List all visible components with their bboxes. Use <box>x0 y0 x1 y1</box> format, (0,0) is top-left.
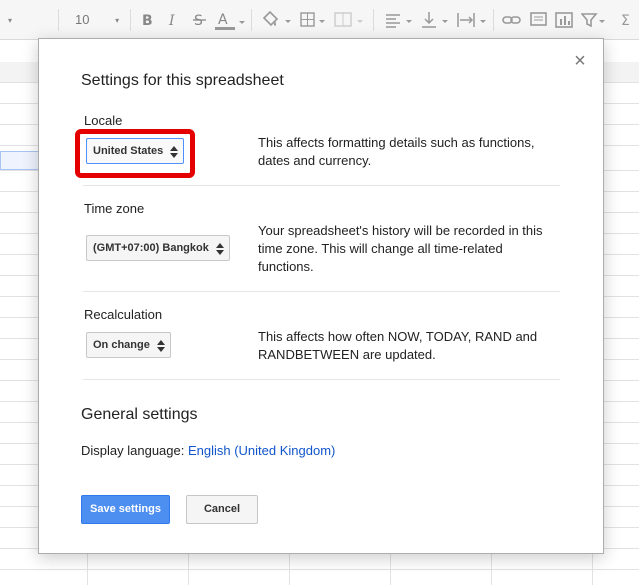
cancel-button[interactable]: Cancel <box>186 495 258 524</box>
timezone-select[interactable]: (GMT+07:00) Bangkok <box>86 235 230 261</box>
italic-icon[interactable]: I <box>168 10 180 30</box>
timezone-select-value: (GMT+07:00) Bangkok <box>93 242 209 254</box>
chart-icon[interactable] <box>555 10 575 30</box>
recalculation-select[interactable]: On change <box>86 332 171 358</box>
close-icon[interactable]: × <box>571 51 589 71</box>
section-divider <box>83 379 560 380</box>
comment-icon[interactable] <box>530 10 548 30</box>
locale-select[interactable]: United States <box>86 138 185 164</box>
recalculation-select-value: On change <box>93 339 150 351</box>
save-settings-button[interactable]: Save settings <box>81 495 170 524</box>
valign-icon[interactable] <box>420 10 452 30</box>
recalculation-label: Recalculation <box>84 307 163 322</box>
font-family-caret-icon[interactable]: ▾ <box>4 10 12 30</box>
up-down-arrows-icon <box>170 146 179 158</box>
strikethrough-icon[interactable]: S <box>193 10 207 30</box>
toolbar-divider <box>58 9 59 31</box>
up-down-arrows-icon <box>215 243 224 255</box>
toolbar-divider <box>373 9 374 31</box>
selected-cell[interactable] <box>0 151 40 170</box>
up-down-arrows-icon <box>156 340 165 352</box>
locale-description: This affects formatting details such as … <box>258 135 535 168</box>
font-size-value: 10 <box>75 12 90 27</box>
svg-text:S: S <box>194 13 203 29</box>
dialog-title: Settings for this spreadsheet <box>81 72 284 89</box>
locale-select-value: United States <box>93 145 164 157</box>
toolbar-divider <box>493 9 494 31</box>
font-size-caret-icon: ▾ <box>115 15 120 25</box>
filter-icon[interactable] <box>581 10 607 30</box>
timezone-label: Time zone <box>84 201 145 216</box>
svg-text:B: B <box>142 13 153 29</box>
toolbar-divider <box>130 9 131 31</box>
fill-color-icon[interactable] <box>261 10 293 30</box>
display-language-row: Display language: English (United Kingdo… <box>81 443 335 458</box>
link-icon[interactable] <box>502 10 522 30</box>
text-wrap-icon[interactable] <box>456 10 488 30</box>
svg-text:A: A <box>218 12 228 28</box>
settings-dialog: × Settings for this spreadsheet Locale U… <box>38 38 604 554</box>
bold-icon[interactable]: B <box>142 10 154 30</box>
font-size-select[interactable]: 10 ▾ <box>75 10 119 30</box>
functions-icon[interactable]: Σ <box>621 10 639 30</box>
locale-label: Locale <box>84 113 123 128</box>
display-language-label: Display language: <box>81 443 188 458</box>
grid-row-line <box>0 569 639 570</box>
toolbar: ▾ 10 ▾ B I S A Σ <box>0 0 639 40</box>
display-language-link[interactable]: English (United Kingdom) <box>188 443 335 458</box>
general-settings-title: General settings <box>81 406 198 423</box>
svg-text:Σ: Σ <box>621 13 630 29</box>
align-icon[interactable] <box>384 10 416 30</box>
recalculation-description: This affects how often NOW, TODAY, RAND … <box>258 329 538 362</box>
text-color-icon[interactable]: A <box>215 10 245 30</box>
timezone-description: Your spreadsheet's history will be recor… <box>258 223 543 274</box>
borders-icon[interactable] <box>299 10 327 30</box>
merge-cells-icon[interactable] <box>333 10 365 30</box>
section-divider <box>83 291 560 292</box>
svg-text:I: I <box>168 13 175 29</box>
section-divider <box>83 185 560 186</box>
toolbar-divider <box>251 9 252 31</box>
